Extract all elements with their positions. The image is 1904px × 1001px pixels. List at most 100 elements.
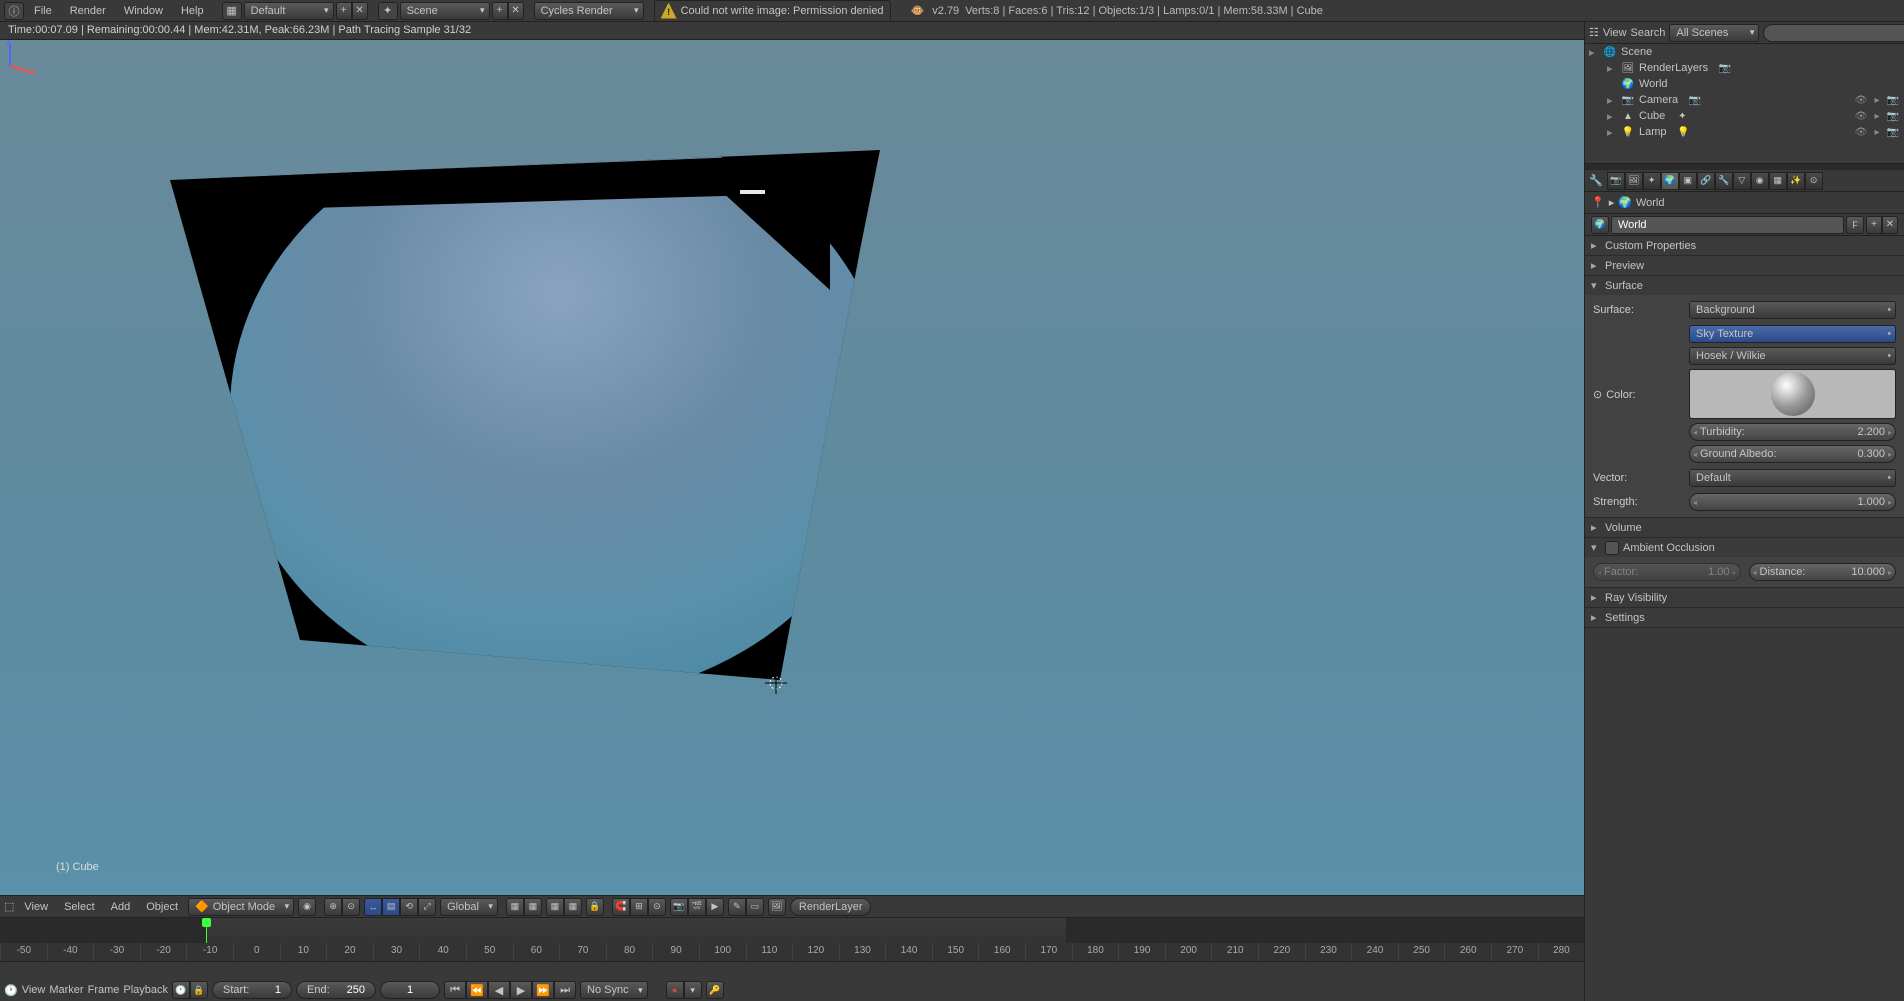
snap-target[interactable]: ⊙ [648,898,666,916]
delete-layout-button[interactable]: ✕ [352,2,368,20]
restrict-select-icon[interactable]: ▸ [1870,125,1884,139]
screen-layout-dropdown[interactable]: Default [244,2,334,20]
render-opengl-still[interactable]: 📷 [670,898,688,916]
restrict-select-icon[interactable]: ▸ [1870,93,1884,107]
tab-physics[interactable]: ⊙ [1805,172,1823,190]
orientation-dropdown[interactable]: Global [440,898,498,916]
pivot-dropdown[interactable]: ⊕ [324,898,342,916]
layers-button-1[interactable]: ▦ [506,898,524,916]
expand-icon[interactable]: ▸ [1607,110,1617,123]
frame-start-field[interactable]: Start:1 [212,981,292,999]
play-reverse-button[interactable]: ◀ [488,981,510,999]
tl-playback-menu[interactable]: Playback [123,984,168,996]
panel-surface[interactable]: ▾Surface [1585,276,1904,295]
render-opengl-view[interactable]: ▶ [706,898,724,916]
restrict-render-icon[interactable]: 📷 [1886,125,1900,139]
pin-icon[interactable]: 📍 [1591,196,1605,209]
ground-albedo-slider[interactable]: Ground Albedo:0.300 [1689,445,1896,463]
gpencil-mode[interactable]: ▭ [746,898,764,916]
jump-to-end-button[interactable]: ⏭ [554,981,576,999]
tab-particles[interactable]: ✨ [1787,172,1805,190]
menu-help[interactable]: Help [173,3,212,19]
panel-ray-visibility[interactable]: ▸Ray Visibility [1585,588,1904,607]
panel-volume[interactable]: ▸Volume [1585,518,1904,537]
item-data-icon[interactable]: 📷 [1688,93,1702,107]
mode-dropdown[interactable]: 🔶 Object Mode [188,898,294,916]
delete-scene-button[interactable]: ✕ [508,2,524,20]
select-menu[interactable]: Select [58,899,101,915]
timeline-track[interactable]: -50-40-30-20-100102030405060708090100110… [0,918,1584,962]
tab-constraints[interactable]: 🔗 [1697,172,1715,190]
vector-input-dropdown[interactable]: Default [1689,469,1896,487]
manipulator-rotate[interactable]: ⟲ [400,898,418,916]
manipulator-toggle[interactable]: ↔ [364,898,382,916]
strength-slider[interactable]: 1.000 [1689,493,1896,511]
object-menu[interactable]: Object [140,899,184,915]
breadcrumb-world[interactable]: World [1636,197,1665,209]
screen-layout-icon[interactable]: ▦ [222,2,242,20]
outliner-search-input[interactable] [1763,24,1904,42]
outliner-search-menu[interactable]: Search [1631,27,1666,39]
restrict-render-icon[interactable]: 📷 [1886,93,1900,107]
snap-element[interactable]: ⊞ [630,898,648,916]
menu-render[interactable]: Render [62,3,114,19]
menu-window[interactable]: Window [116,3,171,19]
timeline-playhead[interactable] [206,918,207,943]
expand-icon[interactable]: ▸ [1589,46,1599,59]
keying-set-dropdown[interactable]: ▾ [684,981,702,999]
render-opengl-anim[interactable]: 🎬 [688,898,706,916]
menu-file[interactable]: File [26,3,60,19]
insert-keyframe-button[interactable]: 🔑 [706,981,724,999]
sky-model-dropdown[interactable]: Hosek / Wilkie [1689,347,1896,365]
world-name-input[interactable] [1611,216,1844,234]
tab-object[interactable]: ▣ [1679,172,1697,190]
add-layout-button[interactable]: + [336,2,352,20]
outliner-row[interactable]: ▸🌐Scene [1585,44,1904,60]
editor-type-3dview-icon[interactable]: ⬚ [4,900,14,913]
add-menu[interactable]: Add [105,899,137,915]
layers-button-2[interactable]: ▦ [524,898,542,916]
snap-toggle[interactable]: 🧲 [612,898,630,916]
panel-preview[interactable]: ▸Preview [1585,256,1904,275]
surface-shader-dropdown[interactable]: Background [1689,301,1896,319]
editor-type-info-icon[interactable]: ⓘ [4,2,24,20]
editor-type-outliner-icon[interactable]: ☷ [1589,26,1599,39]
view-menu[interactable]: View [18,899,54,915]
tab-render-layers[interactable]: 🖼 [1625,172,1643,190]
restrict-view-icon[interactable]: 👁 [1854,125,1868,139]
tab-world[interactable]: 🌍 [1661,172,1679,190]
panel-custom-properties[interactable]: ▸Custom Properties [1585,236,1904,255]
tab-material[interactable]: ◉ [1751,172,1769,190]
pivot-align-toggle[interactable]: ⊙ [342,898,360,916]
restrict-render-icon[interactable]: 📷 [1886,109,1900,123]
prev-keyframe-button[interactable]: ⏪ [466,981,488,999]
scene-icon[interactable]: ✦ [378,2,398,20]
unlink-world-button[interactable]: ✕ [1882,216,1898,234]
item-data-icon[interactable]: 💡 [1677,125,1691,139]
ao-distance-slider[interactable]: Distance:10.000 [1749,563,1897,581]
manipulator-translate[interactable]: ▤ [382,898,400,916]
frame-end-field[interactable]: End:250 [296,981,376,999]
manipulator-scale[interactable]: ⤢ [418,898,436,916]
add-scene-button[interactable]: + [492,2,508,20]
next-keyframe-button[interactable]: ⏩ [532,981,554,999]
editor-type-timeline-icon[interactable]: 🕐 [4,984,18,997]
panel-ambient-occlusion[interactable]: ▾Ambient Occlusion [1585,538,1904,557]
expand-icon[interactable]: ▸ [1607,94,1617,107]
outliner-display-mode[interactable]: All Scenes [1669,24,1759,42]
new-world-button[interactable]: + [1866,216,1882,234]
ao-factor-slider[interactable]: Factor:1.00 [1593,563,1741,581]
turbidity-slider[interactable]: Turbidity:2.200 [1689,423,1896,441]
lock-time-range[interactable]: 🔒 [190,981,208,999]
tab-data[interactable]: ▽ [1733,172,1751,190]
tab-texture[interactable]: ▦ [1769,172,1787,190]
tab-modifiers[interactable]: 🔧 [1715,172,1733,190]
render-slot-dropdown[interactable]: RenderLayer [790,898,872,916]
autokey-toggle[interactable]: ● [666,981,684,999]
world-browse-button[interactable]: 🌍 [1591,216,1609,234]
outliner-tree[interactable]: ▸🌐Scene▸🖼RenderLayers📷🌍World▸📷Camera📷👁▸📷… [1585,44,1904,164]
item-data-icon[interactable]: ✦ [1675,109,1689,123]
restrict-view-icon[interactable]: 👁 [1854,109,1868,123]
expand-icon[interactable]: ▸ [1607,62,1617,75]
outliner-row[interactable]: ▸💡Lamp💡👁▸📷 [1585,124,1904,140]
